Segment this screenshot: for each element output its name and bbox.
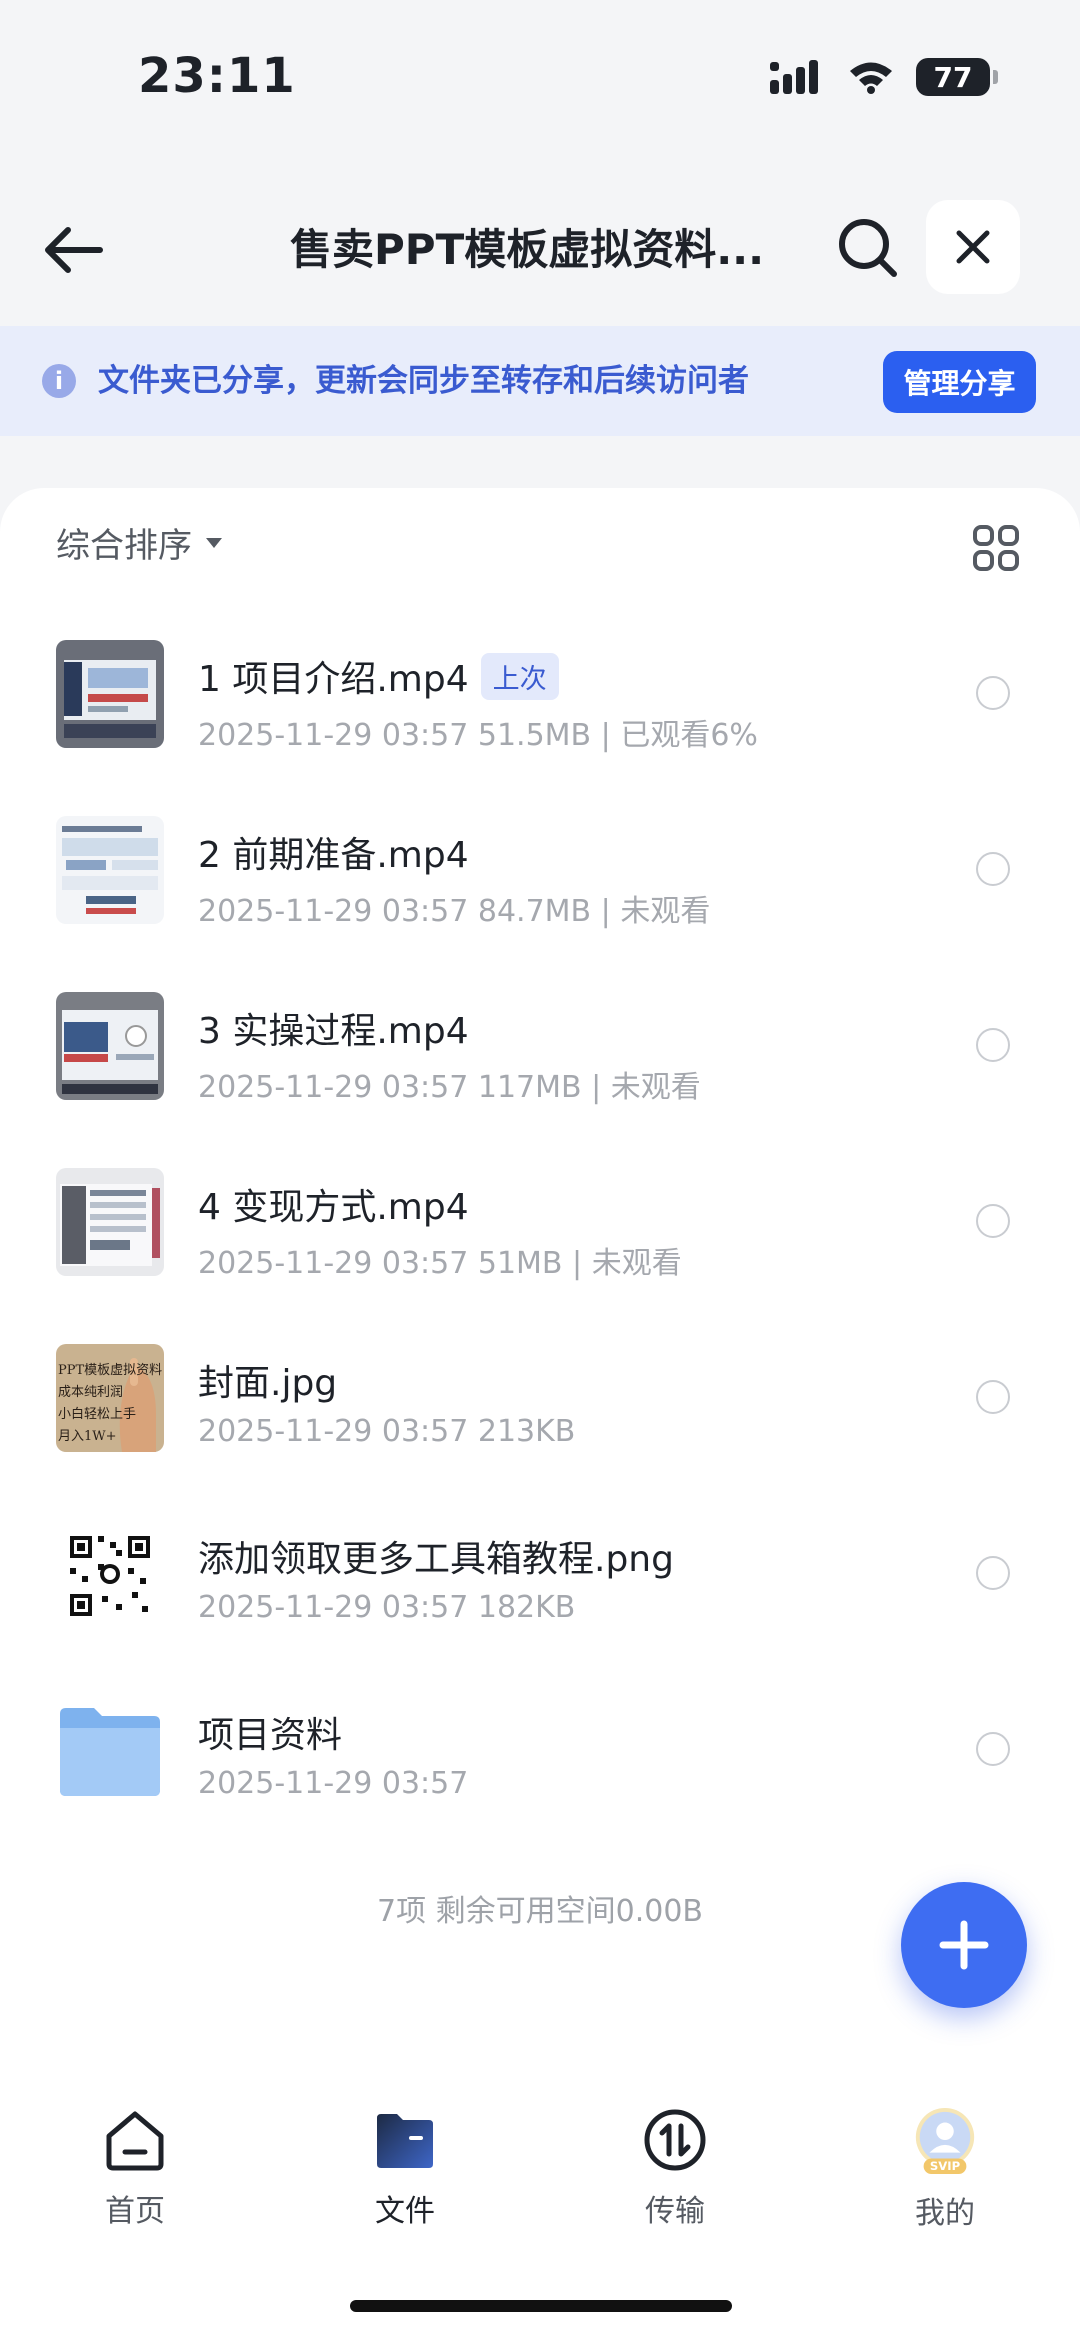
wifi-icon (850, 62, 892, 94)
file-meta: 2025-11-29 03:57 51MB | 未观看 (198, 1246, 682, 1281)
select-checkbox[interactable] (976, 1204, 1010, 1238)
video-thumbnail (56, 640, 164, 748)
battery-icon: 77 (916, 58, 998, 96)
list-item[interactable]: 3 实操过程.mp4 2025-11-29 03:57 117MB | 未观看 (0, 970, 1080, 1146)
tab-label: 我的 (915, 2196, 975, 2231)
sort-label: 综合排序 (56, 526, 192, 566)
avatar-icon: SVIP (910, 2106, 980, 2176)
home-indicator (350, 2300, 732, 2312)
file-name: 3 实操过程.mp4 (198, 1011, 469, 1052)
file-name-row: 1 项目介绍.mp4 上次 (198, 650, 559, 702)
sort-dropdown[interactable]: 综合排序 (56, 518, 224, 567)
video-thumbnail (56, 992, 164, 1100)
page-title: 售卖PPT模板虚拟资料... (290, 225, 765, 274)
tab-home[interactable]: 首页 (0, 2090, 270, 2230)
last-played-badge: 上次 (480, 652, 559, 700)
tab-me[interactable]: SVIP 我的 (810, 2090, 1080, 2231)
qr-code-thumbnail (56, 1520, 164, 1628)
select-checkbox[interactable] (976, 676, 1010, 710)
grid-icon (973, 525, 1019, 571)
file-name: 封面.jpg (198, 1363, 338, 1404)
file-name-row: 3 实操过程.mp4 (198, 1002, 469, 1054)
list-item[interactable]: 4 变现方式.mp4 2025-11-29 03:57 51MB | 未观看 (0, 1146, 1080, 1322)
signal-icon (770, 60, 818, 94)
file-name: 2 前期准备.mp4 (198, 835, 469, 876)
status-icons: 77 (770, 58, 998, 96)
tab-label: 传输 (645, 2194, 705, 2229)
list-item[interactable]: 2 前期准备.mp4 2025-11-29 03:57 84.7MB | 未观看 (0, 794, 1080, 970)
info-icon: i (42, 364, 76, 398)
select-checkbox[interactable] (976, 1028, 1010, 1062)
select-checkbox[interactable] (976, 852, 1010, 886)
image-thumbnail: PPT模板虚拟资料 成本纯利润 小白轻松上手 月入1W+ (56, 1344, 164, 1452)
file-name-row: 项目资料 (198, 1706, 342, 1758)
folder-icon (56, 1696, 164, 1804)
svip-badge: SVIP (930, 2159, 961, 2173)
video-thumbnail (56, 1168, 164, 1276)
tab-files[interactable]: 文件 (270, 2090, 540, 2230)
file-list: 1 项目介绍.mp4 上次 2025-11-29 03:57 51.5MB | … (0, 618, 1080, 1850)
search-button[interactable] (836, 216, 900, 280)
cover-line-4: 月入1W+ (58, 1429, 117, 1444)
file-meta: 2025-11-29 03:57 (198, 1766, 469, 1801)
grid-view-button[interactable] (972, 524, 1020, 572)
file-meta: 2025-11-29 03:57 51.5MB | 已观看6% (198, 718, 758, 753)
caret-down-icon (206, 537, 222, 548)
select-checkbox[interactable] (976, 1380, 1010, 1414)
file-name: 项目资料 (198, 1715, 343, 1756)
file-sheet: 综合排序 1 项目介绍.mp4 上次 2025-11-29 03:57 51.5… (0, 488, 1080, 2341)
search-icon (839, 219, 897, 277)
folder-icon (370, 2106, 440, 2174)
list-item[interactable]: PPT模板虚拟资料 成本纯利润 小白轻松上手 月入1W+ 封面.jpg 2025… (0, 1322, 1080, 1498)
home-icon (100, 2106, 170, 2174)
status-time: 23:11 (138, 48, 296, 104)
file-name: 1 项目介绍.mp4 (198, 659, 469, 700)
file-name-row: 添加领取更多工具箱教程.png (198, 1530, 674, 1582)
share-banner-text: 文件夹已分享，更新会同步至转存和后续访问者 (98, 363, 749, 399)
file-meta: 2025-11-29 03:57 117MB | 未观看 (198, 1070, 701, 1105)
add-button[interactable] (901, 1882, 1027, 2008)
file-name-row: 2 前期准备.mp4 (198, 826, 469, 878)
plus-icon (939, 1920, 989, 1970)
share-banner: i 文件夹已分享，更新会同步至转存和后续访问者 管理分享 (0, 326, 1080, 436)
battery-level: 77 (933, 60, 973, 94)
tab-transfer[interactable]: 传输 (540, 2090, 810, 2230)
tab-label: 文件 (375, 2194, 435, 2229)
cover-line-3: 小白轻松上手 (58, 1406, 136, 1422)
nav-bar: 售卖PPT模板虚拟资料... (0, 190, 1080, 310)
bottom-tab-bar: 首页 文件 传输 SVIP 我的 (0, 2090, 1080, 2231)
video-thumbnail (56, 816, 164, 924)
status-bar: 23:11 77 (0, 0, 1080, 160)
cover-line-2: 成本纯利润 (58, 1385, 123, 1400)
file-name: 添加领取更多工具箱教程.png (198, 1539, 674, 1580)
file-meta: 2025-11-29 03:57 213KB (198, 1414, 576, 1449)
list-item[interactable]: 项目资料 2025-11-29 03:57 (0, 1674, 1080, 1850)
manage-share-button[interactable]: 管理分享 (883, 351, 1036, 413)
arrow-left-icon (45, 227, 103, 273)
close-icon (956, 230, 990, 264)
file-name-row: 4 变现方式.mp4 (198, 1178, 469, 1230)
file-meta: 2025-11-29 03:57 182KB (198, 1590, 576, 1625)
close-button[interactable] (926, 200, 1020, 294)
cover-line-1: PPT模板虚拟资料 (58, 1363, 162, 1378)
tab-label: 首页 (105, 2194, 165, 2229)
file-name-row: 封面.jpg (198, 1354, 337, 1406)
transfer-icon (640, 2106, 710, 2174)
back-button[interactable] (40, 220, 110, 280)
file-name: 4 变现方式.mp4 (198, 1187, 469, 1228)
file-meta: 2025-11-29 03:57 84.7MB | 未观看 (198, 894, 711, 929)
select-checkbox[interactable] (976, 1732, 1010, 1766)
select-checkbox[interactable] (976, 1556, 1010, 1590)
list-item[interactable]: 添加领取更多工具箱教程.png 2025-11-29 03:57 182KB (0, 1498, 1080, 1674)
list-item[interactable]: 1 项目介绍.mp4 上次 2025-11-29 03:57 51.5MB | … (0, 618, 1080, 794)
